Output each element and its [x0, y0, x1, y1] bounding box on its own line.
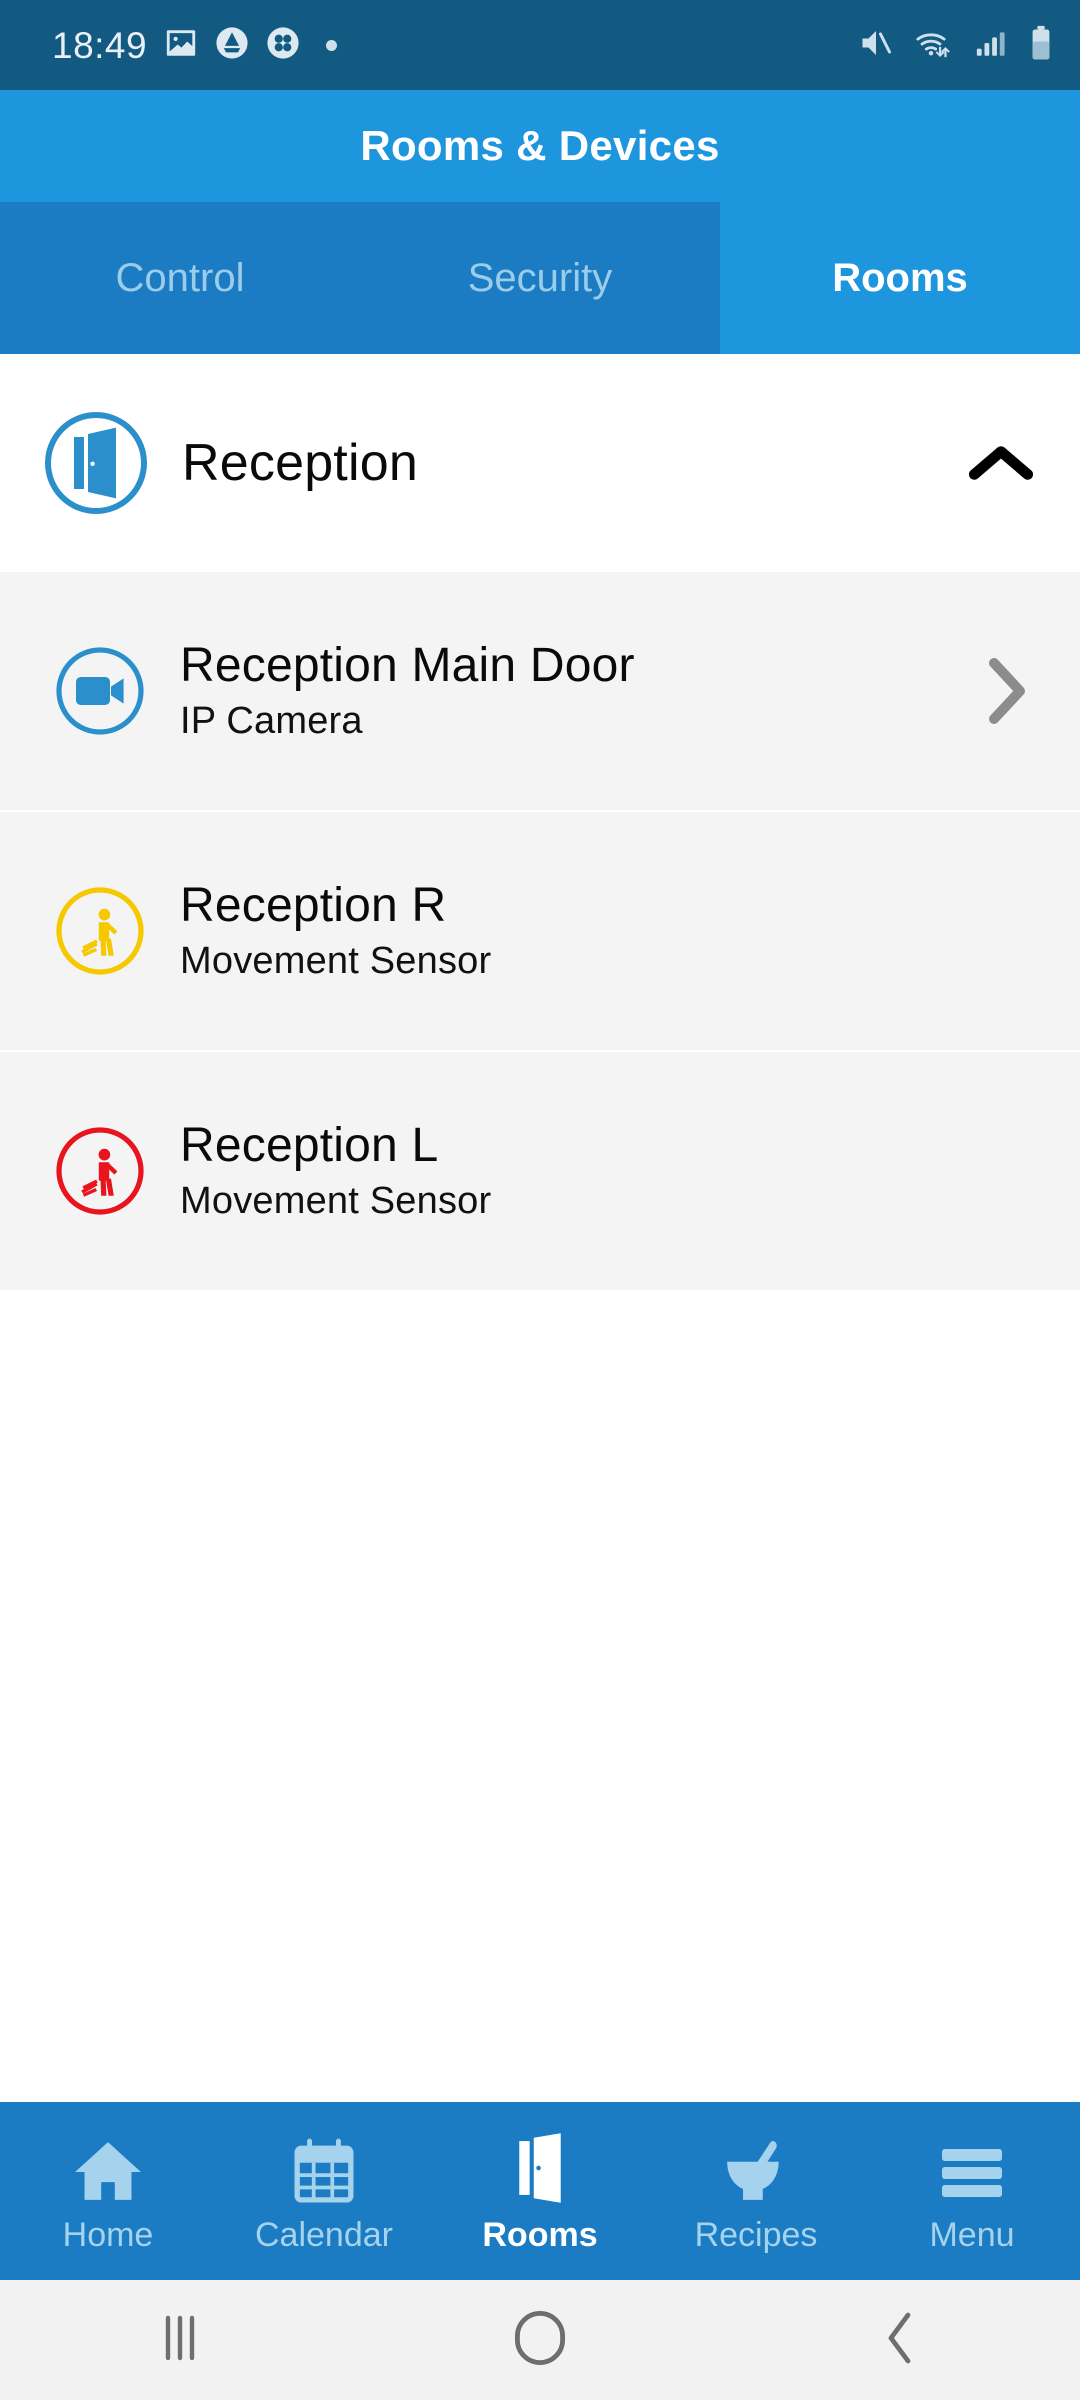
device-type: Movement Sensor	[180, 939, 492, 982]
nav-item-rooms[interactable]: Rooms	[432, 2102, 648, 2280]
image-icon	[164, 26, 198, 65]
battery-icon	[1028, 25, 1054, 66]
nav-label: Calendar	[255, 2215, 393, 2254]
tab-security[interactable]: Security	[360, 202, 720, 354]
device-row-reception-l[interactable]: Reception L Movement Sensor	[0, 1052, 1080, 1292]
nav-item-home[interactable]: Home	[0, 2102, 216, 2280]
nav-item-menu[interactable]: Menu	[864, 2102, 1080, 2280]
status-bar-right	[858, 25, 1054, 66]
tab-control[interactable]: Control	[0, 202, 360, 354]
nav-label: Menu	[929, 2215, 1015, 2254]
motion-sensor-icon	[52, 883, 148, 979]
status-bar: 18:49	[0, 0, 1080, 90]
nav-item-recipes[interactable]: Recipes	[648, 2102, 864, 2280]
status-bar-clock: 18:49	[52, 24, 148, 66]
chevron-up-icon[interactable]	[966, 442, 1036, 484]
video-camera-icon	[52, 643, 148, 739]
back-button[interactable]	[720, 2309, 1080, 2372]
home-button[interactable]	[360, 2309, 720, 2372]
nav-label: Rooms	[482, 2215, 598, 2254]
dot-indicator	[326, 39, 338, 51]
device-text: Reception L Movement Sensor	[180, 1118, 976, 1223]
house-icon	[73, 2128, 143, 2204]
device-text: Reception R Movement Sensor	[180, 878, 976, 983]
android-navigation-bar	[0, 2280, 1080, 2400]
device-row-reception-r[interactable]: Reception R Movement Sensor	[0, 812, 1080, 1052]
rooms-list: Reception Reception Main Door IP Camera	[0, 354, 1080, 2102]
status-bar-left: 18:49	[52, 24, 338, 66]
device-name: Reception Main Door	[180, 638, 635, 692]
device-name: Reception R	[180, 878, 447, 932]
wifi-icon	[914, 25, 954, 66]
volume-mute-icon	[858, 25, 894, 66]
calendar-icon	[291, 2128, 357, 2204]
device-text: Reception Main Door IP Camera	[180, 638, 976, 743]
hamburger-menu-icon	[938, 2128, 1006, 2204]
chevron-right-icon[interactable]	[976, 657, 1036, 725]
cellular-signal-icon	[974, 26, 1008, 65]
room-name: Reception	[182, 434, 418, 492]
recents-icon	[160, 2310, 200, 2371]
open-door-icon	[511, 2128, 569, 2204]
tab-rooms[interactable]: Rooms	[720, 202, 1080, 354]
clover-icon	[266, 26, 300, 65]
home-circle-icon	[513, 2309, 567, 2372]
nav-item-calendar[interactable]: Calendar	[216, 2102, 432, 2280]
tab-bar: Control Security Rooms	[0, 202, 1080, 354]
nav-label: Home	[62, 2215, 154, 2254]
room-header-reception[interactable]: Reception	[0, 354, 1080, 572]
nav-label: Recipes	[694, 2215, 818, 2254]
page-title: Rooms & Devices	[360, 122, 720, 169]
phone-screen: 18:49 Rooms & Devices Control Security R…	[0, 0, 1080, 2400]
bottom-navigation: Home Calendar Rooms Recipes Menu	[0, 2102, 1080, 2280]
mortar-pestle-icon	[721, 2128, 791, 2204]
device-name: Reception L	[180, 1118, 439, 1172]
open-door-icon	[40, 407, 152, 519]
device-type: Movement Sensor	[180, 1179, 492, 1222]
app-header: Rooms & Devices	[0, 90, 1080, 202]
device-type: IP Camera	[180, 699, 363, 742]
device-row-reception-main-door[interactable]: Reception Main Door IP Camera	[0, 572, 1080, 812]
drive-triangle-icon	[215, 26, 249, 65]
recents-button[interactable]	[0, 2310, 360, 2371]
motion-sensor-icon	[52, 1123, 148, 1219]
back-chevron-icon	[880, 2309, 920, 2372]
